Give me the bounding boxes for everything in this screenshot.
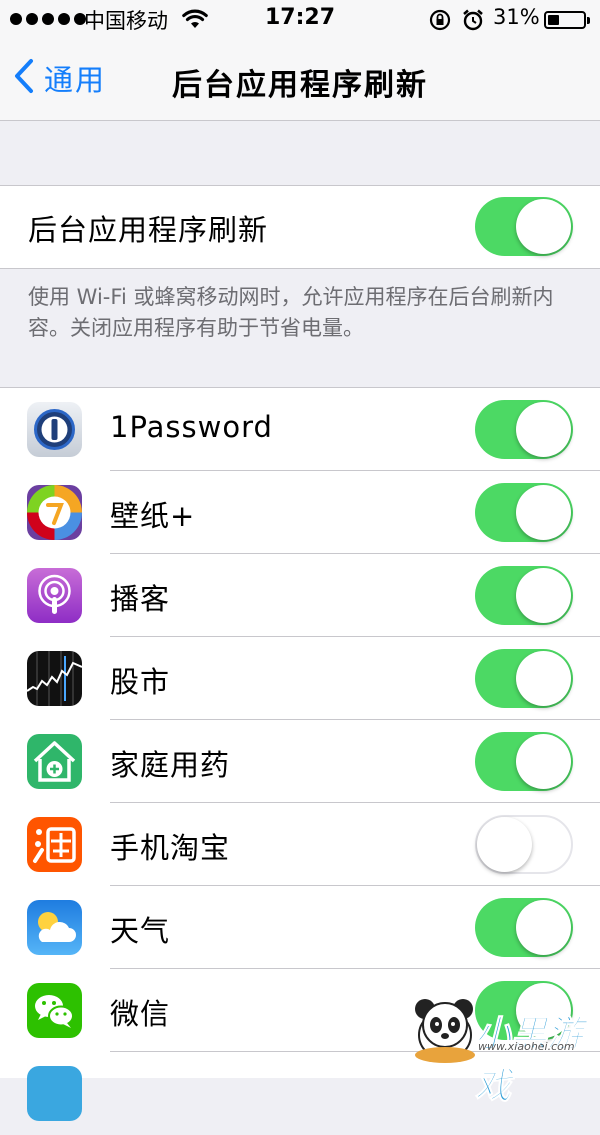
navigation-bar: 通用 后台应用程序刷新 xyxy=(0,40,600,121)
battery-icon xyxy=(544,11,590,29)
app-refresh-toggle[interactable] xyxy=(475,732,573,791)
app-refresh-toggle[interactable] xyxy=(475,815,573,874)
list-item: 播客 xyxy=(0,554,600,637)
watermark-text: 小黑游戏 xyxy=(475,1014,584,1108)
app-name: 壁纸+ xyxy=(110,499,196,533)
list-item: 1Password xyxy=(0,388,600,471)
app-name: 天气 xyxy=(110,914,171,948)
app-refresh-toggle[interactable] xyxy=(475,898,573,957)
app-refresh-toggle[interactable] xyxy=(475,566,573,625)
alarm-icon xyxy=(461,8,485,36)
background-refresh-toggle[interactable] xyxy=(475,197,573,256)
list-item: 手机淘宝 xyxy=(0,803,600,886)
battery-percentage: 31% xyxy=(493,5,540,29)
list-item: 家庭用药 xyxy=(0,720,600,803)
list-item: 天气 xyxy=(0,886,600,969)
family-medicine-icon xyxy=(27,734,82,789)
master-toggle-label: 后台应用程序刷新 xyxy=(28,213,269,247)
app-name: 微信 xyxy=(110,997,171,1031)
rotation-lock-icon xyxy=(428,9,452,35)
page-title: 后台应用程序刷新 xyxy=(172,68,428,103)
list-item: 股市 xyxy=(0,637,600,720)
app-name: 1Password xyxy=(110,410,273,444)
master-toggle-row: 后台应用程序刷新 xyxy=(0,185,600,269)
app-refresh-toggle[interactable] xyxy=(475,400,573,459)
stocks-icon xyxy=(27,651,82,706)
app-refresh-toggle[interactable] xyxy=(475,483,573,542)
podcasts-icon xyxy=(27,568,82,623)
app-name: 家庭用药 xyxy=(110,748,231,782)
partial-app-icon xyxy=(27,1066,82,1121)
app-name: 手机淘宝 xyxy=(110,831,231,865)
section-footer-note: 使用 Wi-Fi 或蜂窝移动网时，允许应用程序在后台刷新内容。关闭应用程序有助于… xyxy=(28,285,554,340)
taobao-icon xyxy=(27,817,82,872)
onepassword-icon xyxy=(27,402,82,457)
app-name: 播客 xyxy=(110,582,171,616)
app-refresh-toggle[interactable] xyxy=(475,649,573,708)
list-item: 壁纸+ xyxy=(0,471,600,554)
weather-icon xyxy=(27,900,82,955)
wechat-icon xyxy=(27,983,82,1038)
watermark-url: www.xiaohei.com xyxy=(478,1040,575,1053)
wallpaper-plus-icon xyxy=(27,485,82,540)
status-bar: 中国移动 17:27 31% xyxy=(0,0,600,40)
app-name: 股市 xyxy=(110,665,171,699)
app-list: 1Password 壁纸+ 播客 股市 家庭用药 手机淘宝 天气 微信 xyxy=(0,387,600,1121)
